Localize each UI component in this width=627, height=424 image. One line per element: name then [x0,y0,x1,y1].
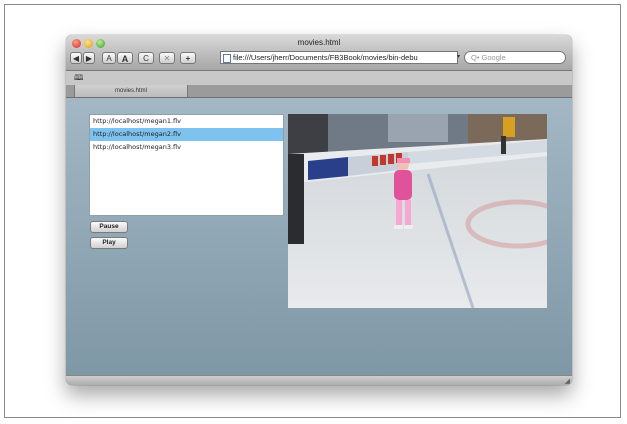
resize-grip-icon[interactable]: ◢ [565,377,570,385]
play-button[interactable]: Play [90,237,128,249]
reload-button[interactable]: C [138,52,154,64]
file-icon [223,54,231,63]
page-content: http://localhost/megan1.flv http://local… [66,98,572,375]
bookmarks-bar: 🕮 [66,71,572,86]
title-bar: movies.html ◀ ▶ A A C ✕ + file:///Users/… [66,35,572,71]
stop-button[interactable]: ✕ [159,52,175,64]
add-bookmark-button[interactable]: + [180,52,196,64]
status-bar: ◢ [66,375,572,385]
pause-button[interactable]: Pause [90,221,128,233]
address-dropdown-icon[interactable]: ▾ [457,51,463,64]
forward-button[interactable]: ▶ [83,52,95,64]
video-player[interactable] [288,114,547,308]
text-smaller-button[interactable]: A [102,52,116,64]
list-item[interactable]: http://localhost/megan3.flv [90,141,283,154]
address-bar[interactable]: file:///Users/jherr/Documents/FB3Book/mo… [220,51,458,64]
window-title: movies.html [297,38,341,47]
search-field[interactable]: Q• Google [464,51,566,64]
browser-window: movies.html ◀ ▶ A A C ✕ + file:///Users/… [66,35,572,385]
tab-bar: movies.html [66,85,572,98]
list-item[interactable]: http://localhost/megan1.flv [90,115,283,128]
list-item[interactable]: http://localhost/megan2.flv [90,128,283,141]
video-frame [288,114,547,308]
address-text: file:///Users/jherr/Documents/FB3Book/mo… [233,53,418,62]
text-bigger-button[interactable]: A [117,52,133,64]
playlist-list[interactable]: http://localhost/megan1.flv http://local… [89,114,284,216]
bookmarks-book-icon[interactable]: 🕮 [74,72,83,86]
tab-movies[interactable]: movies.html [74,85,188,97]
back-button[interactable]: ◀ [70,52,82,64]
